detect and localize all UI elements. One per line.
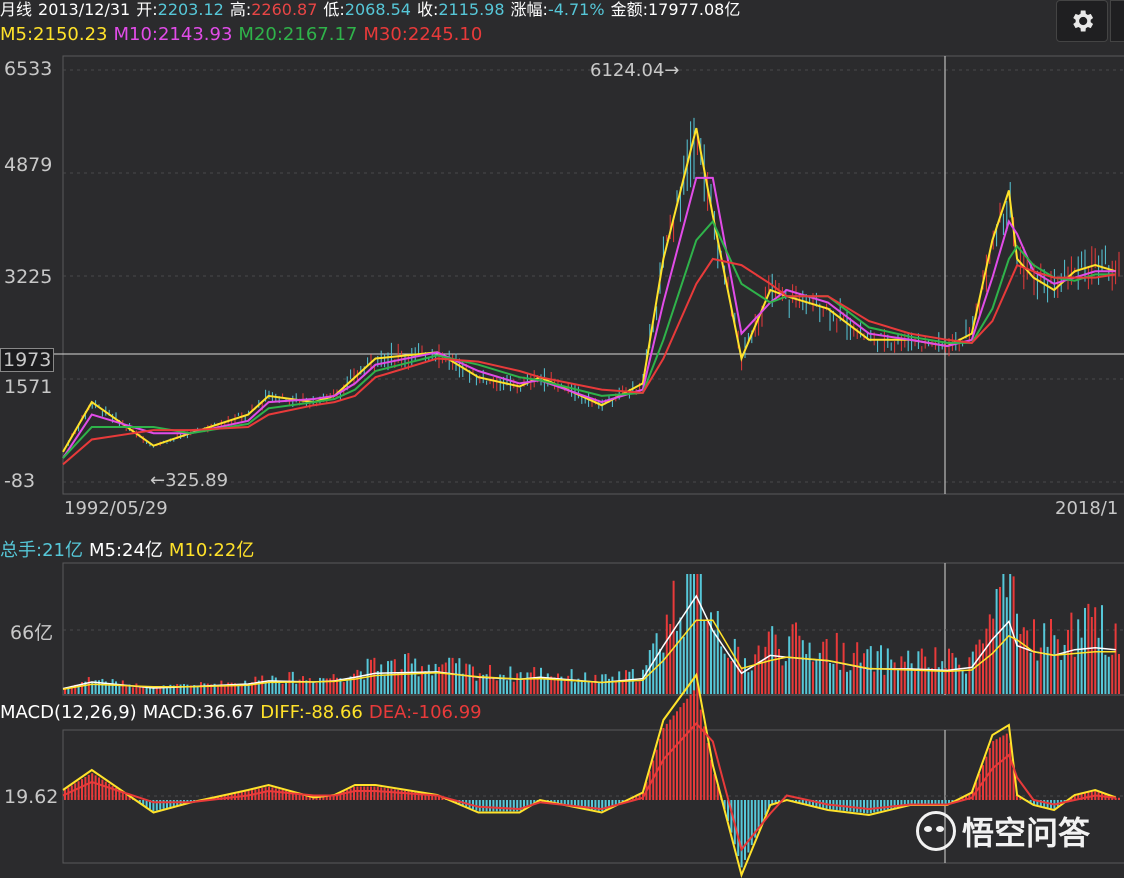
ma-line-m10	[62, 176, 1116, 459]
high-price-annotation: 6124.04→	[590, 60, 680, 81]
macd-row-item: MACD(12,26,9)	[0, 702, 137, 723]
volume-panel-frame	[62, 562, 1124, 696]
volume-m10-line	[62, 619, 1116, 690]
volume-legend: 总手:21亿 M5:24亿 M10:22亿	[0, 536, 260, 562]
macd-axis-label: 19.62	[4, 786, 59, 808]
ma-line-m30	[62, 257, 1116, 466]
price-tick-6533: 6533	[4, 58, 53, 80]
price-tick-3225: 3225	[4, 266, 53, 288]
vol-row-item: M10:22亿	[168, 540, 255, 561]
crosshair-price-label: 1973	[0, 348, 55, 372]
watermark: 悟空问答	[916, 808, 1090, 854]
volume-m5-line	[62, 594, 1116, 690]
low-price-annotation: ←325.89	[150, 470, 229, 491]
price-tick-1571: 1571	[4, 376, 53, 398]
price-tick-4879: 4879	[4, 154, 53, 176]
x-axis-end-date: 2018/1	[1055, 498, 1119, 519]
macd-row-item: MACD:36.67	[142, 702, 255, 723]
macd-legend: MACD(12,26,9) MACD:36.67 DIFF:-88.66 DEA:-1…	[0, 702, 488, 723]
macd-row-item: DEA:-106.99	[368, 702, 482, 723]
ma-line-m5	[62, 127, 1117, 453]
x-axis-start-date: 1992/05/29	[64, 498, 168, 519]
macd-row-item: DIFF:-88.66	[260, 702, 363, 723]
stock-chart[interactable]	[0, 0, 1124, 878]
price-tick-neg83: -83	[4, 470, 36, 492]
volume-axis-label: 66亿	[10, 622, 54, 644]
vol-row-item: M5:24亿	[88, 540, 163, 561]
watermark-text: 悟空问答	[962, 814, 1091, 852]
wukong-logo-icon	[916, 811, 956, 851]
vol-row-item: 总手:21亿	[0, 540, 83, 561]
